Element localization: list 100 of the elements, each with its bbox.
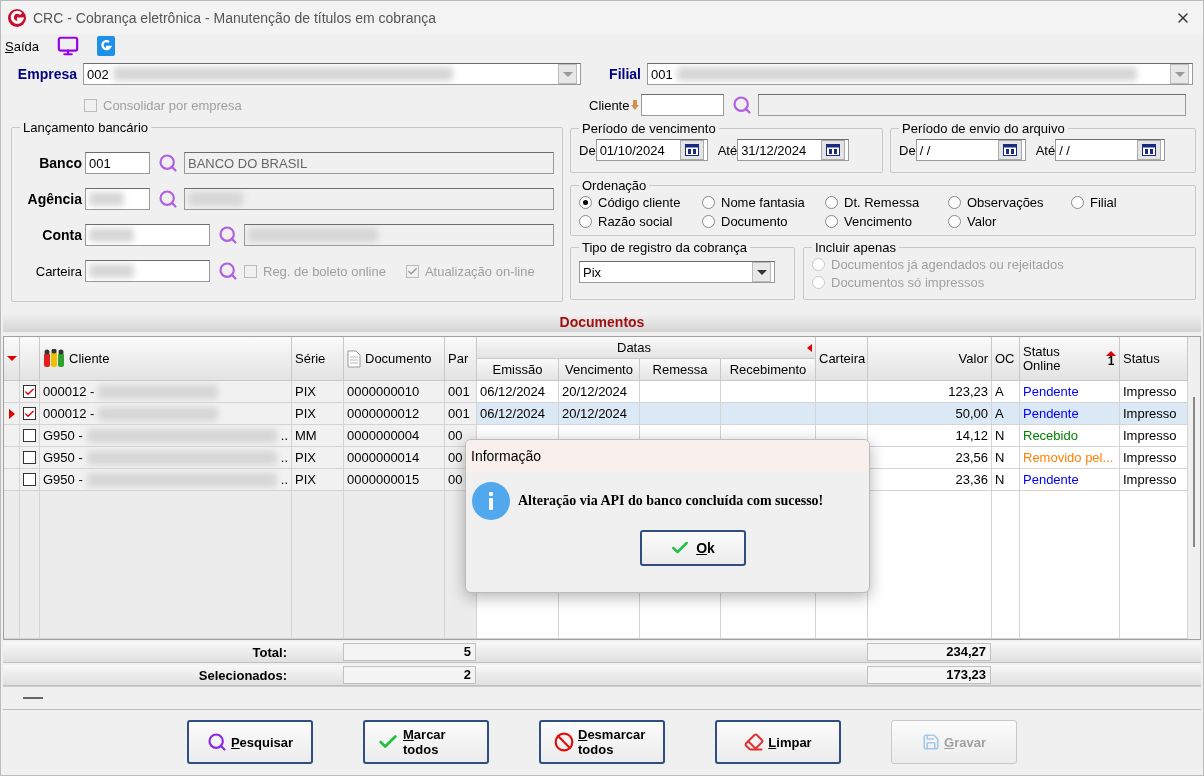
table-cell: 23,36 bbox=[868, 469, 992, 491]
checkbox[interactable] bbox=[23, 385, 36, 398]
field-label: Conta bbox=[41, 227, 82, 243]
checkbox[interactable] bbox=[23, 407, 36, 420]
arrow-icon bbox=[631, 100, 640, 110]
radio-button[interactable] bbox=[579, 215, 592, 228]
field-label: Até bbox=[1035, 142, 1056, 158]
option-label[interactable]: Documento bbox=[721, 214, 788, 229]
type-select[interactable]: Pix bbox=[579, 261, 775, 283]
status-text: Recebido bbox=[1020, 425, 1120, 447]
option-label[interactable]: Valor bbox=[967, 214, 997, 229]
column-header[interactable]: Par bbox=[445, 337, 477, 381]
search-icon[interactable] bbox=[158, 153, 178, 173]
code-field[interactable] bbox=[85, 224, 210, 246]
checkbox[interactable] bbox=[23, 451, 36, 464]
date-field[interactable]: / / bbox=[915, 139, 1026, 161]
checkbox[interactable] bbox=[23, 473, 36, 486]
option-label[interactable]: Dt. Remessa bbox=[844, 195, 920, 210]
field-label: De bbox=[579, 142, 596, 158]
branch-select[interactable]: 001 bbox=[647, 63, 1193, 85]
collapse-handle[interactable] bbox=[23, 697, 43, 699]
column-header[interactable]: Vencimento bbox=[559, 359, 640, 381]
search-icon[interactable] bbox=[218, 261, 238, 281]
radio-button[interactable] bbox=[825, 215, 838, 228]
radio-button[interactable] bbox=[812, 258, 825, 271]
field-label: Banco bbox=[38, 155, 82, 171]
status-text: Pendente bbox=[1020, 403, 1120, 425]
option-label[interactable]: Razão social bbox=[598, 214, 673, 229]
calendar-icon bbox=[826, 144, 841, 156]
option-label[interactable]: Observações bbox=[967, 195, 1044, 210]
table-cell: PIX bbox=[292, 469, 344, 491]
document-icon bbox=[347, 349, 361, 368]
scrollbar-thumb[interactable] bbox=[1193, 397, 1195, 547]
client-field[interactable] bbox=[641, 94, 725, 116]
table-cell: Impresso bbox=[1120, 403, 1188, 425]
calendar-button[interactable] bbox=[679, 140, 704, 160]
column-header[interactable]: Status bbox=[1120, 337, 1188, 381]
option-label[interactable]: Filial bbox=[1090, 195, 1117, 210]
table-cell: 20/12/2024 bbox=[559, 381, 640, 403]
option-label[interactable]: Código cliente bbox=[598, 195, 681, 210]
radio-button[interactable] bbox=[579, 196, 592, 209]
option-label[interactable]: Vencimento bbox=[844, 214, 912, 229]
code-field[interactable] bbox=[85, 188, 150, 210]
company-select[interactable]: 002 bbox=[83, 63, 581, 85]
calendar-icon bbox=[1002, 144, 1017, 156]
radio-button[interactable] bbox=[1071, 196, 1084, 209]
ok-button[interactable]: Ok bbox=[639, 530, 746, 566]
action-button[interactable]: Marcar todos bbox=[363, 720, 489, 764]
group-title: Lançamento bancário bbox=[22, 120, 150, 135]
table-cell: Impresso bbox=[1120, 381, 1188, 403]
column-header[interactable]: Valor bbox=[868, 337, 992, 381]
radio-button[interactable] bbox=[812, 276, 825, 289]
code-field[interactable] bbox=[85, 260, 210, 282]
field-label: Carteira bbox=[34, 263, 82, 279]
client-code: G950 - bbox=[43, 428, 83, 443]
group-title: Período de vencimento bbox=[581, 121, 717, 136]
action-button[interactable]: Desmarcar todos bbox=[539, 720, 665, 764]
search-icon[interactable] bbox=[158, 189, 178, 209]
logo-icon[interactable] bbox=[97, 36, 115, 56]
date-field[interactable]: / / bbox=[1055, 139, 1166, 161]
column-header[interactable]: Recebimento bbox=[721, 359, 816, 381]
calendar-button[interactable] bbox=[821, 140, 846, 160]
column-header[interactable]: Série bbox=[292, 337, 344, 381]
table-cell: 0000000015 bbox=[344, 469, 445, 491]
column-header[interactable]: OC bbox=[992, 337, 1020, 381]
column-header[interactable]: Cliente bbox=[40, 337, 292, 381]
table-cell: 0000000012 bbox=[344, 403, 445, 425]
table-cell: A bbox=[992, 381, 1020, 403]
column-header[interactable]: Carteira bbox=[816, 337, 868, 381]
calendar-button[interactable] bbox=[1137, 140, 1162, 160]
radio-button[interactable] bbox=[825, 196, 838, 209]
option-label[interactable]: Nome fantasia bbox=[721, 195, 805, 210]
radio-button[interactable] bbox=[702, 215, 715, 228]
column-header[interactable]: Remessa bbox=[640, 359, 721, 381]
radio-button[interactable] bbox=[702, 196, 715, 209]
checkbox[interactable] bbox=[405, 264, 419, 278]
date-field[interactable]: 01/10/2024 bbox=[595, 139, 708, 161]
menu-item[interactable]: Saída bbox=[5, 38, 39, 54]
table-cell: PIX bbox=[292, 447, 344, 469]
checkbox[interactable] bbox=[244, 264, 257, 278]
checkbox[interactable] bbox=[84, 98, 97, 112]
code-field[interactable]: 001 bbox=[85, 152, 150, 174]
action-button[interactable]: Pesquisar bbox=[187, 720, 313, 764]
table-cell: 0000000010 bbox=[344, 381, 445, 403]
table-cell: 06/12/2024 bbox=[477, 403, 559, 425]
checkbox[interactable] bbox=[23, 429, 36, 442]
radio-button[interactable] bbox=[948, 196, 961, 209]
search-icon[interactable] bbox=[732, 95, 753, 115]
radio-button[interactable] bbox=[948, 215, 961, 228]
table-cell: PIX bbox=[292, 403, 344, 425]
column-header[interactable]: Documento bbox=[344, 337, 445, 381]
column-header[interactable]: Status Online 1 bbox=[1020, 337, 1120, 381]
date-field[interactable]: 31/12/2024 bbox=[737, 139, 850, 161]
field-label: Até bbox=[717, 142, 738, 158]
window-title: CRC - Cobrança eletrônica - Manutenção de títulos em cobrança bbox=[33, 9, 438, 26]
action-button[interactable]: Limpar bbox=[715, 720, 841, 764]
calendar-button[interactable] bbox=[997, 140, 1022, 160]
monitor-icon[interactable] bbox=[57, 35, 79, 57]
search-icon[interactable] bbox=[218, 225, 238, 245]
column-header[interactable]: Emissão bbox=[477, 359, 559, 381]
